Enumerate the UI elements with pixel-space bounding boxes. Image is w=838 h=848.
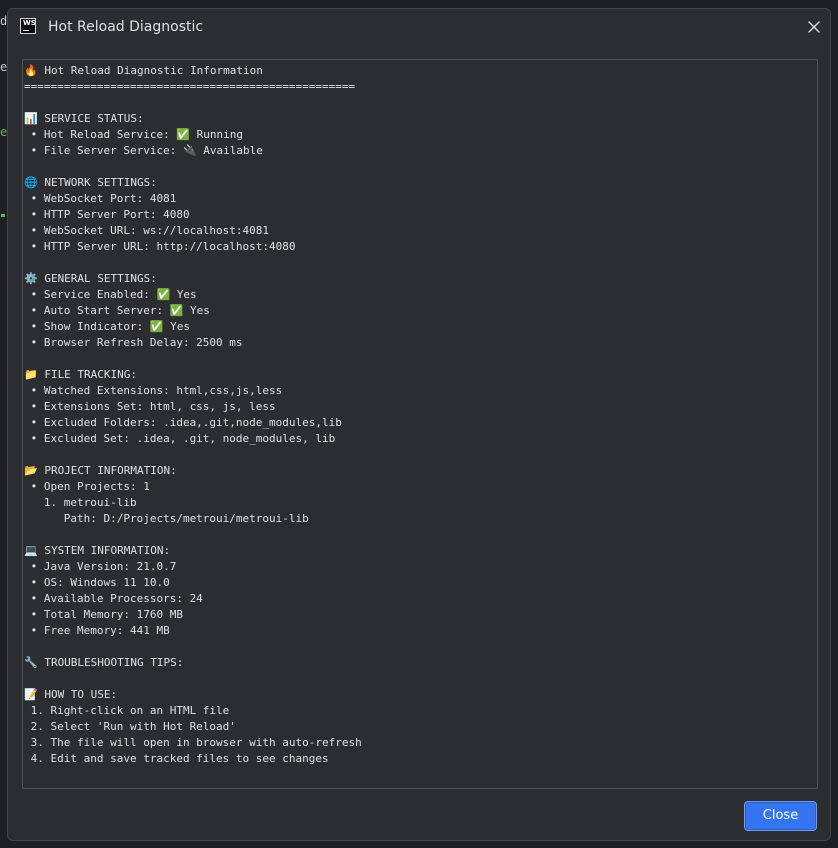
close-icon[interactable] — [806, 19, 822, 35]
diagnostic-log-text: 🔥 Hot Reload Diagnostic Information ====… — [24, 64, 362, 765]
dialog-title: Hot Reload Diagnostic — [48, 19, 204, 35]
diagnostic-text-area[interactable]: 🔥 Hot Reload Diagnostic Information ====… — [22, 59, 818, 789]
editor-change-marker — [1, 214, 5, 217]
hot-reload-diagnostic-dialog: WS Hot Reload Diagnostic 🔥 Hot Reload Di… — [7, 8, 831, 841]
close-button[interactable]: Close — [744, 801, 817, 831]
dialog-titlebar[interactable]: WS Hot Reload Diagnostic — [8, 9, 830, 49]
app-icon-text: WS — [23, 19, 36, 27]
webstorm-app-icon: WS — [20, 18, 36, 34]
